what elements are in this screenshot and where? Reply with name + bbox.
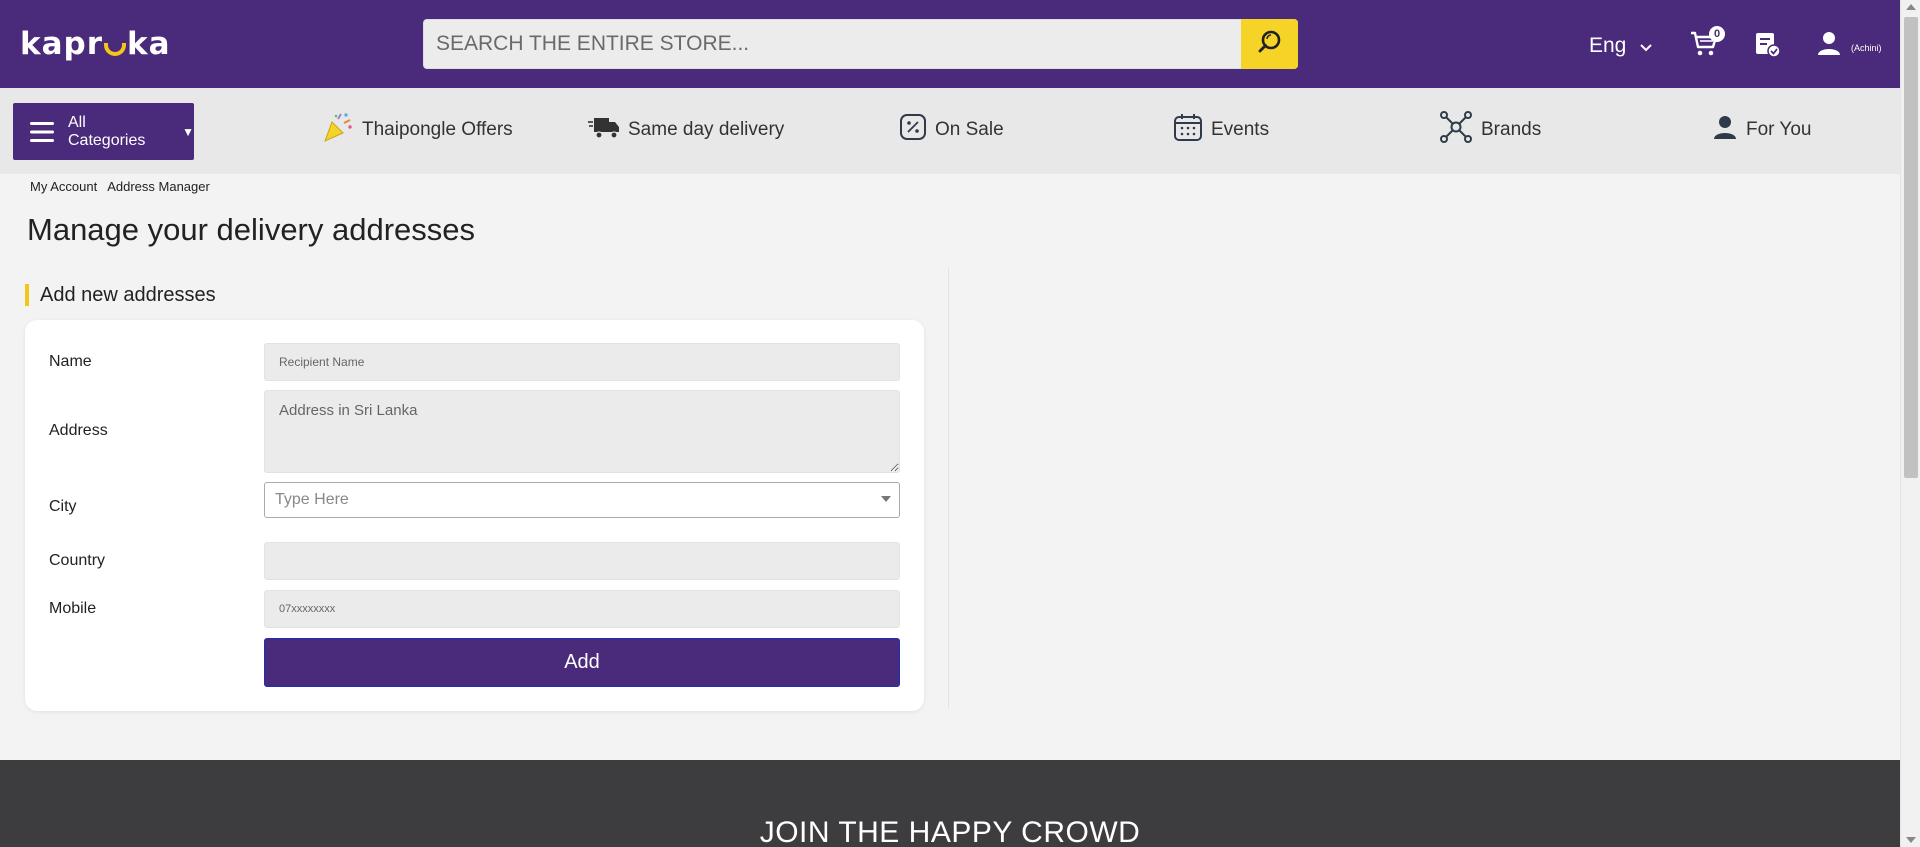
chevron-down-icon [1640, 34, 1653, 58]
nav-item-label: Same day delivery [628, 119, 785, 140]
mobile-label: Mobile [49, 600, 97, 617]
nav-item-label: For You [1746, 119, 1812, 140]
dropdown-arrow-icon [881, 496, 891, 502]
account-button[interactable] [1816, 30, 1842, 61]
network-icon [1439, 110, 1473, 150]
country-field [264, 542, 900, 580]
nav-item-label: Thaipongle Offers [362, 119, 513, 140]
nav-item-label: On Sale [935, 119, 1004, 140]
caret-down-icon: ▼ [182, 124, 194, 139]
calendar-icon [1173, 112, 1203, 148]
user-icon [1816, 32, 1842, 60]
search-input[interactable] [424, 20, 1242, 68]
kapruka-logo[interactable]: kapr ka [20, 26, 171, 62]
hamburger-icon [29, 119, 55, 145]
nav-item-for-you[interactable]: For You [1712, 114, 1812, 146]
mobile-input[interactable] [264, 590, 900, 628]
nav-item-events[interactable]: Events [1173, 114, 1269, 146]
party-popper-icon [322, 111, 354, 149]
city-select[interactable]: Type Here [264, 482, 900, 518]
logo-text-left: kapr [20, 26, 104, 62]
all-categories-label: All Categories [68, 113, 146, 149]
percent-tag-icon [899, 113, 927, 147]
cart-icon [1690, 31, 1718, 62]
language-selector[interactable]: Eng [1589, 34, 1653, 58]
all-categories-button[interactable]: All Categories ▼ [13, 103, 194, 160]
nav-item-thaipongle-offers[interactable]: Thaipongle Offers [322, 111, 513, 149]
city-select-placeholder: Type Here [275, 491, 349, 508]
footer-title: JOIN THE HAPPY CROWD [759, 816, 1141, 847]
breadcrumb-my-account[interactable]: My Account [30, 179, 97, 194]
address-form: Name Address City Type Here Country Mobi… [25, 320, 924, 711]
cart-count-badge: 0 [1709, 26, 1725, 42]
section-title: Add new addresses [25, 284, 216, 306]
search-bar [423, 19, 1298, 69]
footer: JOIN THE HAPPY CROWD [0, 760, 1900, 847]
nav-item-on-sale[interactable]: On Sale [899, 114, 1004, 146]
add-address-button[interactable]: Add [264, 638, 900, 687]
breadcrumb-address-manager[interactable]: Address Manager [107, 179, 210, 194]
address-textarea[interactable] [264, 390, 900, 473]
person-icon [1712, 114, 1738, 146]
language-label: Eng [1589, 34, 1627, 57]
nav-item-label: Events [1211, 119, 1270, 140]
nav-item-label: Brands [1481, 119, 1542, 140]
breadcrumb: My Account Address Manager [30, 179, 210, 194]
address-label: Address [49, 422, 108, 439]
logo-smile-mark [104, 42, 127, 56]
column-divider [948, 268, 949, 708]
logo-text-right: ka [127, 26, 171, 62]
scroll-up-arrow-icon[interactable] [1906, 4, 1916, 10]
recipient-name-input[interactable] [264, 343, 900, 381]
user-name[interactable]: (Achini) [1851, 43, 1882, 53]
page-scrollbar[interactable] [1900, 0, 1920, 847]
search-button[interactable] [1241, 19, 1298, 69]
orders-button[interactable] [1753, 30, 1781, 63]
scroll-thumb[interactable] [1904, 17, 1918, 478]
country-label: Country [49, 552, 106, 569]
city-label: City [49, 498, 77, 515]
category-nav: All Categories ▼ Thaipongle Offers Same … [0, 88, 1900, 174]
nav-item-brands[interactable]: Brands [1439, 111, 1542, 146]
page-title: Manage your delivery addresses [27, 212, 476, 247]
scroll-down-arrow-icon[interactable] [1906, 837, 1916, 843]
top-header: kaprka Eng 0 (Achini) [0, 0, 1900, 88]
delivery-truck-icon [588, 114, 620, 146]
order-check-icon [1753, 33, 1781, 62]
search-icon [1257, 29, 1283, 60]
name-label: Name [49, 353, 92, 370]
nav-item-same-day-delivery[interactable]: Same day delivery [588, 114, 784, 146]
